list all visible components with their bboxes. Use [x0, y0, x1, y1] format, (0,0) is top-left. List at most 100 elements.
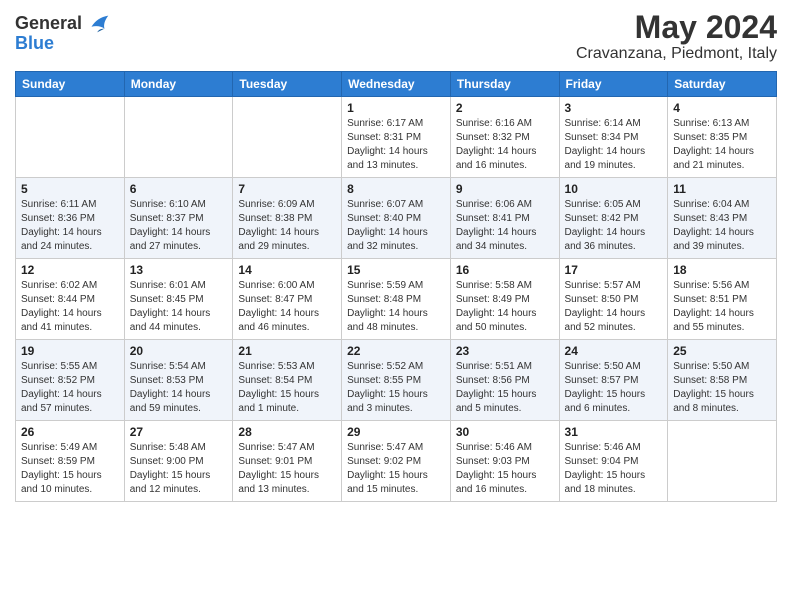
day-number: 5: [21, 182, 119, 196]
calendar-cell: 26Sunrise: 5:49 AMSunset: 8:59 PMDayligh…: [16, 421, 125, 502]
day-info: Sunrise: 5:50 AMSunset: 8:57 PMDaylight:…: [565, 360, 663, 416]
calendar-cell: 15 Sunrise: 5:59 AMSunset: 8:48 PMDayligh…: [342, 259, 451, 340]
calendar-cell: 14 Sunrise: 6:00 AMSunset: 8:47 PMDayligh…: [233, 259, 342, 340]
day-number: 6: [130, 182, 228, 196]
day-info: Sunrise: 6:02 AMSunset: 8:44 PMDaylight:…: [21, 279, 119, 335]
day-info: Sunrise: 5:46 AMSunset: 9:03 PMDaylight:…: [456, 441, 554, 497]
day-number: 14: [238, 263, 336, 277]
calendar-cell: [233, 97, 342, 178]
calendar-cell: 13Sunrise: 6:01 AMSunset: 8:45 PMDayligh…: [124, 259, 233, 340]
calendar-cell: [668, 421, 777, 502]
day-number: 4: [673, 101, 771, 115]
day-info: Sunrise: 6:06 AMSunset: 8:41 PMDaylight:…: [456, 198, 554, 254]
weekday-header-saturday: Saturday: [668, 72, 777, 97]
title-block: May 2024 Cravanzana, Piedmont, Italy: [576, 10, 777, 63]
day-info: Sunrise: 5:59 AMSunset: 8:48 PMDaylight:…: [347, 279, 445, 335]
day-info: Sunrise: 6:04 AMSunset: 8:43 PMDaylight:…: [673, 198, 771, 254]
calendar-cell: 7 Sunrise: 6:09 AMSunset: 8:38 PMDaylight…: [233, 178, 342, 259]
logo-bird-icon: [84, 10, 112, 38]
day-number: 17: [565, 263, 663, 277]
calendar-cell: 24 Sunrise: 5:50 AMSunset: 8:57 PMDayligh…: [559, 340, 668, 421]
week-row-3: 12 Sunrise: 6:02 AMSunset: 8:44 PMDayligh…: [16, 259, 777, 340]
day-number: 2: [456, 101, 554, 115]
week-row-2: 5 Sunrise: 6:11 AMSunset: 8:36 PMDaylight…: [16, 178, 777, 259]
day-number: 30: [456, 425, 554, 439]
calendar-cell: 3 Sunrise: 6:14 AMSunset: 8:34 PMDaylight…: [559, 97, 668, 178]
calendar-cell: 2 Sunrise: 6:16 AMSunset: 8:32 PMDaylight…: [450, 97, 559, 178]
weekday-header-wednesday: Wednesday: [342, 72, 451, 97]
day-number: 19: [21, 344, 119, 358]
day-number: 16: [456, 263, 554, 277]
day-number: 11: [673, 182, 771, 196]
calendar-cell: [124, 97, 233, 178]
day-info: Sunrise: 5:54 AMSunset: 8:53 PMDaylight:…: [130, 360, 228, 416]
weekday-header-tuesday: Tuesday: [233, 72, 342, 97]
calendar-cell: 5 Sunrise: 6:11 AMSunset: 8:36 PMDaylight…: [16, 178, 125, 259]
day-info: Sunrise: 5:53 AMSunset: 8:54 PMDaylight:…: [238, 360, 336, 416]
day-number: 23: [456, 344, 554, 358]
weekday-header-sunday: Sunday: [16, 72, 125, 97]
day-number: 12: [21, 263, 119, 277]
day-info: Sunrise: 5:47 AMSunset: 9:02 PMDaylight:…: [347, 441, 445, 497]
day-info: Sunrise: 6:10 AMSunset: 8:37 PMDaylight:…: [130, 198, 228, 254]
week-row-5: 26Sunrise: 5:49 AMSunset: 8:59 PMDayligh…: [16, 421, 777, 502]
calendar-cell: 28 Sunrise: 5:47 AMSunset: 9:01 PMDayligh…: [233, 421, 342, 502]
calendar-cell: 8 Sunrise: 6:07 AMSunset: 8:40 PMDaylight…: [342, 178, 451, 259]
day-info: Sunrise: 5:58 AMSunset: 8:49 PMDaylight:…: [456, 279, 554, 335]
day-number: 31: [565, 425, 663, 439]
calendar-cell: 10Sunrise: 6:05 AMSunset: 8:42 PMDayligh…: [559, 178, 668, 259]
day-info: Sunrise: 5:56 AMSunset: 8:51 PMDaylight:…: [673, 279, 771, 335]
day-info: Sunrise: 6:17 AMSunset: 8:31 PMDaylight:…: [347, 117, 445, 173]
logo: General Blue: [15, 10, 112, 52]
calendar-cell: 30 Sunrise: 5:46 AMSunset: 9:03 PMDayligh…: [450, 421, 559, 502]
day-info: Sunrise: 5:46 AMSunset: 9:04 PMDaylight:…: [565, 441, 663, 497]
calendar-cell: 20 Sunrise: 5:54 AMSunset: 8:53 PMDayligh…: [124, 340, 233, 421]
day-number: 24: [565, 344, 663, 358]
day-number: 29: [347, 425, 445, 439]
day-number: 3: [565, 101, 663, 115]
day-info: Sunrise: 5:52 AMSunset: 8:55 PMDaylight:…: [347, 360, 445, 416]
calendar-cell: 1Sunrise: 6:17 AMSunset: 8:31 PMDaylight…: [342, 97, 451, 178]
calendar-cell: 17 Sunrise: 5:57 AMSunset: 8:50 PMDayligh…: [559, 259, 668, 340]
day-info: Sunrise: 6:09 AMSunset: 8:38 PMDaylight:…: [238, 198, 336, 254]
day-info: Sunrise: 6:11 AMSunset: 8:36 PMDaylight:…: [21, 198, 119, 254]
day-number: 18: [673, 263, 771, 277]
subtitle: Cravanzana, Piedmont, Italy: [576, 45, 777, 63]
day-number: 26: [21, 425, 119, 439]
header: General Blue May 2024 Cravanzana, Piedmo…: [15, 10, 777, 63]
day-info: Sunrise: 5:57 AMSunset: 8:50 PMDaylight:…: [565, 279, 663, 335]
day-info: Sunrise: 6:00 AMSunset: 8:47 PMDaylight:…: [238, 279, 336, 335]
week-row-1: 1Sunrise: 6:17 AMSunset: 8:31 PMDaylight…: [16, 97, 777, 178]
calendar-cell: 23Sunrise: 5:51 AMSunset: 8:56 PMDayligh…: [450, 340, 559, 421]
calendar-cell: 16 Sunrise: 5:58 AMSunset: 8:49 PMDayligh…: [450, 259, 559, 340]
calendar-cell: 21Sunrise: 5:53 AMSunset: 8:54 PMDayligh…: [233, 340, 342, 421]
day-number: 22: [347, 344, 445, 358]
day-number: 7: [238, 182, 336, 196]
day-info: Sunrise: 6:13 AMSunset: 8:35 PMDaylight:…: [673, 117, 771, 173]
calendar-cell: [16, 97, 125, 178]
day-info: Sunrise: 6:07 AMSunset: 8:40 PMDaylight:…: [347, 198, 445, 254]
weekday-header-thursday: Thursday: [450, 72, 559, 97]
day-info: Sunrise: 5:50 AMSunset: 8:58 PMDaylight:…: [673, 360, 771, 416]
day-info: Sunrise: 5:55 AMSunset: 8:52 PMDaylight:…: [21, 360, 119, 416]
calendar-cell: 29 Sunrise: 5:47 AMSunset: 9:02 PMDayligh…: [342, 421, 451, 502]
day-info: Sunrise: 6:16 AMSunset: 8:32 PMDaylight:…: [456, 117, 554, 173]
day-number: 15: [347, 263, 445, 277]
calendar-cell: 25Sunrise: 5:50 AMSunset: 8:58 PMDayligh…: [668, 340, 777, 421]
day-number: 20: [130, 344, 228, 358]
calendar-cell: 4 Sunrise: 6:13 AMSunset: 8:35 PMDaylight…: [668, 97, 777, 178]
calendar-cell: 31 Sunrise: 5:46 AMSunset: 9:04 PMDayligh…: [559, 421, 668, 502]
calendar-cell: 27Sunrise: 5:48 AMSunset: 9:00 PMDayligh…: [124, 421, 233, 502]
day-info: Sunrise: 6:01 AMSunset: 8:45 PMDaylight:…: [130, 279, 228, 335]
weekday-header-row: SundayMondayTuesdayWednesdayThursdayFrid…: [16, 72, 777, 97]
day-info: Sunrise: 6:05 AMSunset: 8:42 PMDaylight:…: [565, 198, 663, 254]
day-number: 27: [130, 425, 228, 439]
day-number: 28: [238, 425, 336, 439]
page: General Blue May 2024 Cravanzana, Piedmo…: [0, 0, 792, 612]
calendar-cell: 9Sunrise: 6:06 AMSunset: 8:41 PMDaylight…: [450, 178, 559, 259]
day-number: 8: [347, 182, 445, 196]
weekday-header-monday: Monday: [124, 72, 233, 97]
day-info: Sunrise: 6:14 AMSunset: 8:34 PMDaylight:…: [565, 117, 663, 173]
calendar-cell: 19 Sunrise: 5:55 AMSunset: 8:52 PMDayligh…: [16, 340, 125, 421]
day-info: Sunrise: 5:47 AMSunset: 9:01 PMDaylight:…: [238, 441, 336, 497]
